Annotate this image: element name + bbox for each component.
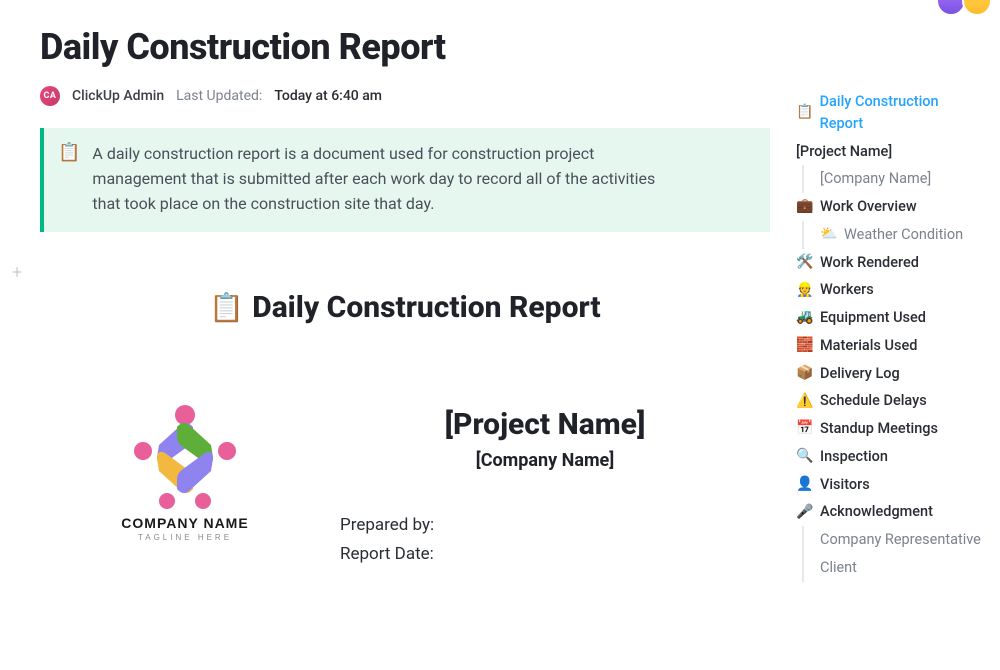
page-title[interactable]: Daily Construction Report bbox=[40, 26, 770, 68]
outline-item-label: Daily Construction Report bbox=[820, 91, 982, 135]
outline-item-icon: 📅 bbox=[796, 418, 814, 439]
prepared-by-field[interactable]: Prepared by: bbox=[340, 511, 770, 540]
outline-item[interactable]: 🛠️ Work Rendered bbox=[796, 249, 982, 277]
outline-item[interactable]: 📋 Daily Construction Report bbox=[796, 88, 982, 138]
outline-item-icon: 🎤 bbox=[796, 502, 814, 523]
document-content: Daily Construction Report CA ClickUp Adm… bbox=[0, 0, 780, 670]
author-avatar[interactable]: CA bbox=[40, 86, 60, 106]
add-block-button[interactable]: + bbox=[12, 262, 22, 283]
company-name-heading[interactable]: [Company Name] bbox=[320, 450, 770, 471]
logo-company-name: COMPANY NAME bbox=[121, 515, 248, 531]
outline-item-icon: ⚠️ bbox=[796, 391, 814, 412]
outline-item[interactable]: 👷 Workers bbox=[796, 276, 982, 304]
logo-tagline: TAGLINE HERE bbox=[138, 533, 232, 542]
outline-item[interactable]: 📦 Delivery Log bbox=[796, 360, 982, 388]
outline-item-label: [Company Name] bbox=[820, 168, 931, 190]
outline-item-label: Standup Meetings bbox=[820, 418, 938, 440]
outline-item[interactable]: ⚠️ Schedule Delays bbox=[796, 387, 982, 415]
outline-item[interactable]: 🚜 Equipment Used bbox=[796, 304, 982, 332]
outline-item-icon: 📋 bbox=[796, 102, 814, 123]
callout-block[interactable]: 📋 A daily construction report is a docum… bbox=[40, 128, 770, 232]
outline-item[interactable]: 🎤 Acknowledgment bbox=[796, 498, 982, 526]
outline-item[interactable]: 💼 Work Overview bbox=[796, 193, 982, 221]
outline-item-label: Inspection bbox=[820, 446, 888, 468]
heading-text[interactable]: Daily Construction Report bbox=[252, 290, 600, 325]
outline-item-label: [Project Name] bbox=[796, 141, 892, 163]
outline-item[interactable]: [Project Name] bbox=[796, 138, 982, 166]
outline-item-icon: 💼 bbox=[796, 196, 814, 217]
outline-item-label: Workers bbox=[820, 279, 874, 301]
outline-item-label: Acknowledgment bbox=[820, 501, 933, 523]
outline-item-label: Delivery Log bbox=[820, 363, 900, 385]
outline-item[interactable]: 🔍 Inspection bbox=[796, 443, 982, 471]
outline-item[interactable]: Client bbox=[820, 554, 982, 582]
updated-value: Today at 6:40 am bbox=[274, 88, 382, 104]
outline-item[interactable]: Company Representative bbox=[820, 526, 982, 554]
outline-item-icon: 🚜 bbox=[796, 307, 814, 328]
callout-text[interactable]: A daily construction report is a documen… bbox=[92, 142, 680, 216]
document-heading[interactable]: 📋 Daily Construction Report bbox=[40, 290, 770, 325]
outline-item[interactable]: ⛅ Weather Condition bbox=[820, 221, 982, 249]
outline-item-label: Equipment Used bbox=[820, 307, 926, 329]
outline-item-label: Company Representative bbox=[820, 529, 981, 551]
page-meta: CA ClickUp Admin Last Updated: Today at … bbox=[40, 86, 770, 106]
outline-item[interactable]: 🧱 Materials Used bbox=[796, 332, 982, 360]
outline-panel: 📋 Daily Construction Report [Project Name]… bbox=[780, 0, 1000, 670]
outline-item[interactable]: 📅 Standup Meetings bbox=[796, 415, 982, 443]
outline-item-label: Schedule Delays bbox=[820, 390, 927, 412]
outline-item-icon: 👤 bbox=[796, 474, 814, 495]
outline-item-icon: 👷 bbox=[796, 280, 814, 301]
updated-label: Last Updated: bbox=[176, 88, 262, 104]
outline-item-label: Weather Condition bbox=[844, 224, 963, 246]
clipboard-icon: 📋 bbox=[209, 291, 244, 324]
outline-item[interactable]: [Company Name] bbox=[820, 165, 982, 193]
company-logo-block[interactable]: COMPANY NAME TAGLINE HERE bbox=[40, 403, 290, 542]
author-name[interactable]: ClickUp Admin bbox=[72, 88, 164, 104]
outline-item-icon: ⛅ bbox=[820, 224, 838, 245]
outline-item-label: Materials Used bbox=[820, 335, 917, 357]
project-name-heading[interactable]: [Project Name] bbox=[320, 407, 770, 442]
outline-item-icon: 🧱 bbox=[796, 335, 814, 356]
report-date-field[interactable]: Report Date: bbox=[340, 540, 770, 569]
outline-item-icon: 🛠️ bbox=[796, 252, 814, 273]
outline-item-label: Visitors bbox=[820, 474, 870, 496]
logo-icon bbox=[125, 403, 245, 513]
outline-item-icon: 🔍 bbox=[796, 446, 814, 467]
outline-item-icon: 📦 bbox=[796, 363, 814, 384]
outline-item-label: Work Overview bbox=[820, 196, 917, 218]
clipboard-icon: 📋 bbox=[58, 142, 80, 216]
outline-item[interactable]: 👤 Visitors bbox=[796, 471, 982, 499]
outline-item-label: Client bbox=[820, 557, 857, 579]
outline-item-label: Work Rendered bbox=[820, 252, 919, 274]
